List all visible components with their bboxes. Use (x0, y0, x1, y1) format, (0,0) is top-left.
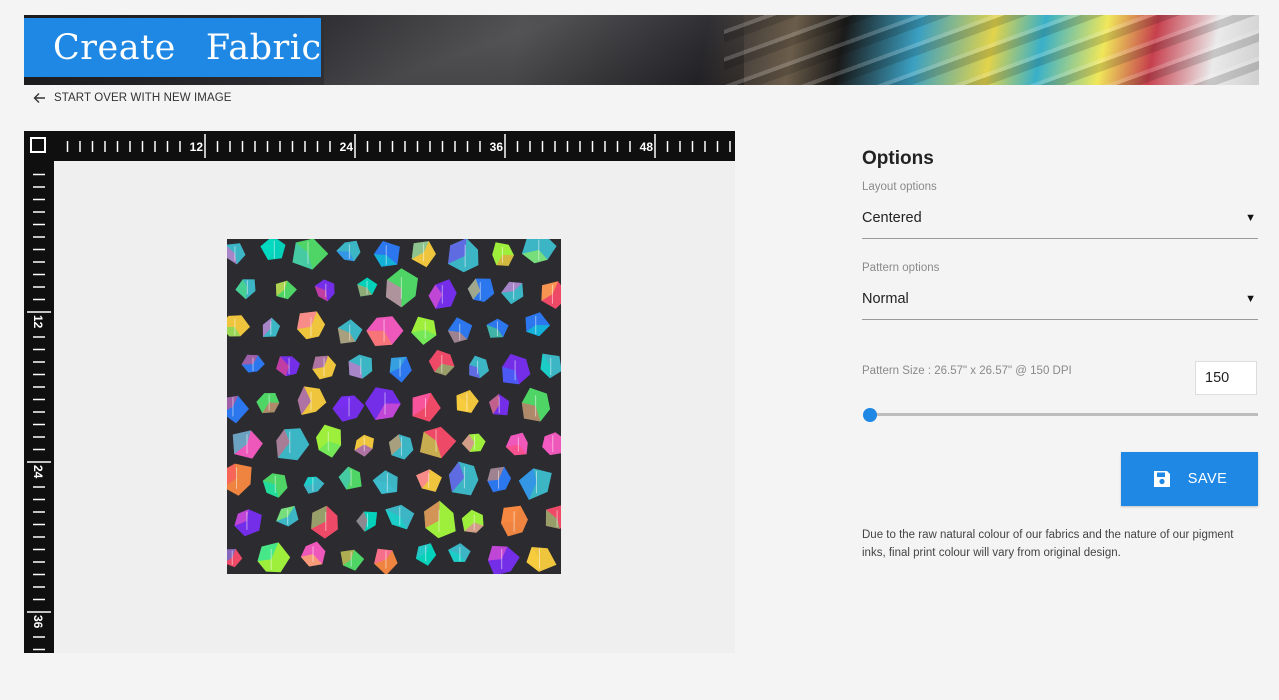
layout-options-value: Centered (862, 210, 922, 226)
ruler-top-label: 24 (340, 140, 354, 154)
ruler-top: 12 24 36 48 (24, 131, 735, 161)
caret-down-icon: ▼ (1245, 212, 1256, 224)
pattern-size-slider-thumb[interactable] (863, 408, 877, 422)
fabric-pattern-preview[interactable] (227, 239, 561, 574)
ruler-top-label: 48 (640, 140, 654, 154)
print-colour-disclaimer: Due to the raw natural colour of our fab… (862, 529, 1234, 559)
pattern-options-value: Normal (862, 291, 909, 307)
layout-options-select[interactable]: Centered ▼ (862, 206, 1258, 239)
caret-down-icon: ▼ (1245, 293, 1256, 305)
design-canvas[interactable]: 12 24 36 48 12 24 36 (24, 131, 735, 653)
floppy-disk-icon (1153, 471, 1170, 487)
options-title: Options (862, 148, 934, 169)
save-label: SAVE (1187, 471, 1228, 487)
ruler-left: 12 24 36 (24, 161, 54, 653)
start-over-label: START OVER WITH NEW IMAGE (54, 92, 232, 104)
ruler-left-label: 36 (31, 615, 45, 629)
pattern-size-slider-track[interactable] (870, 413, 1258, 416)
layout-options-label: Layout options (862, 181, 937, 193)
pattern-size-label: Pattern Size : 26.57" x 26.57" @ 150 DPI (862, 365, 1072, 377)
arrow-left-icon (33, 93, 45, 103)
ruler-top-label: 36 (490, 140, 504, 154)
dpi-input[interactable] (1195, 361, 1257, 395)
pattern-options-label: Pattern options (862, 262, 940, 274)
create-fabric-logo[interactable]: Create Fabric (24, 18, 321, 77)
ruler-top-label: 12 (190, 140, 204, 154)
start-over-link[interactable]: START OVER WITH NEW IMAGE (33, 90, 232, 106)
save-button[interactable]: SAVE (1121, 452, 1258, 506)
ruler-left-label: 12 (31, 315, 45, 329)
square-icon[interactable] (30, 137, 46, 153)
logo-word-create: Create (53, 27, 176, 68)
pattern-options-select[interactable]: Normal ▼ (862, 287, 1258, 320)
logo-word-fabric: Fabric (205, 27, 322, 68)
ruler-left-label: 24 (31, 465, 45, 479)
